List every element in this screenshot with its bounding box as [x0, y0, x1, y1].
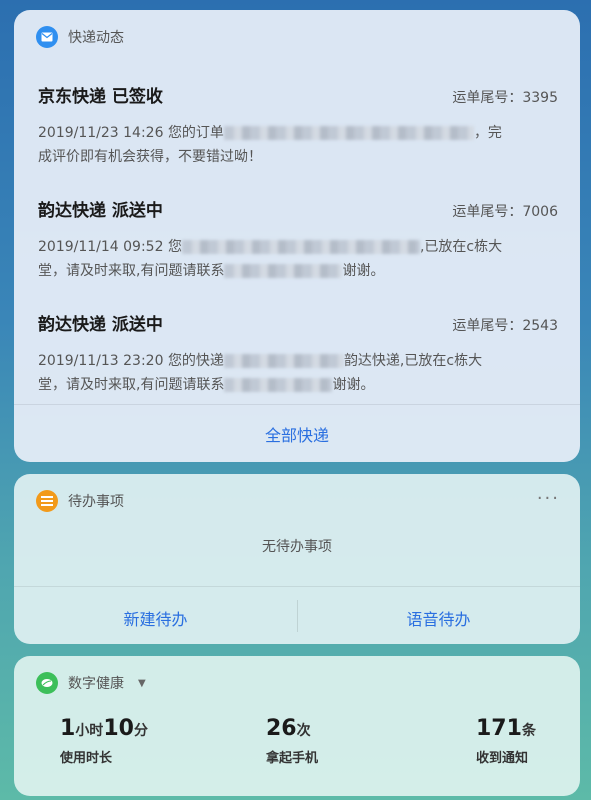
parcel-detail: 2019/11/14 09:52 您 ,已放在c栋大 堂，请及时来取,有问题请联系… [38, 235, 558, 283]
divider [14, 404, 580, 405]
parcel-detail: 2019/11/23 14:26 您的订单 ，完 成评价即有机会获得，不要错过呦！ [38, 121, 558, 169]
parcel-detail-text: 成评价即有机会获得，不要错过呦！ [38, 149, 262, 165]
leaf-icon [36, 672, 58, 694]
stat-label: 使用时长 [60, 751, 113, 766]
redacted-block [223, 126, 474, 140]
list-icon [36, 490, 58, 512]
pickups-stat[interactable]: 26次 拿起手机 [266, 716, 318, 766]
parcel-detail-text: 堂，请及时来取,有问题请联系 [38, 377, 225, 393]
chevron-down-icon[interactable]: ▼ [138, 678, 146, 689]
redacted-block [224, 378, 333, 392]
parcel-detail-text: 2019/11/23 14:26 您的订单 [38, 125, 224, 141]
parcel-title: 韵达快递 派送中 [38, 315, 163, 335]
todo-empty-text: 无待办事项 [262, 539, 332, 555]
stat-value: 1 [60, 716, 76, 741]
voice-todo-button[interactable]: 语音待办 [297, 606, 580, 630]
parcel-tracking-number: 运单尾号：7006 [452, 204, 558, 220]
express-card-title: 快递动态 [68, 30, 124, 46]
parcel-tracking-number: 运单尾号：3395 [452, 90, 558, 106]
new-todo-button[interactable]: 新建待办 [14, 606, 297, 630]
parcel-title: 韵达快递 派送中 [38, 201, 163, 221]
parcel-item[interactable]: 韵达快递 派送中 运单尾号：7006 2019/11/14 09:52 您 ,已放… [38, 196, 558, 283]
parcel-detail-text: 2019/11/14 09:52 您 [38, 239, 182, 255]
stat-label: 收到通知 [476, 751, 529, 766]
todo-card-header: 待办事项 [36, 490, 124, 512]
health-card-title: 数字健康 [68, 676, 124, 692]
mail-icon [36, 26, 58, 48]
notifications-stat[interactable]: 171条 收到通知 [476, 716, 536, 766]
all-express-button[interactable]: 全部快递 [14, 422, 580, 446]
express-card: 快递动态 京东快递 已签收 运单尾号：3395 2019/11/23 14:26… [14, 10, 580, 462]
stat-value: 10 [103, 716, 134, 741]
parcel-detail: 2019/11/13 23:20 您的快递 韵达快递,已放在c栋大 堂，请及时来取… [38, 349, 558, 397]
stat-value: 26 [266, 716, 297, 741]
digital-health-card: 数字健康 ▼ 1小时10分 使用时长 26次 拿起手机 171条 收到通知 [14, 656, 580, 796]
redacted-block [224, 264, 343, 278]
parcel-detail-text: 韵达快递,已放在c栋大 [343, 353, 483, 369]
express-card-header: 快递动态 [36, 26, 124, 48]
parcel-detail-text: 谢谢。 [332, 377, 375, 393]
stat-unit: 分 [133, 723, 148, 739]
redacted-block [181, 240, 420, 254]
parcel-detail-text: ，完 [473, 125, 502, 141]
stat-value: 171 [476, 716, 522, 741]
stat-unit: 条 [521, 723, 536, 739]
stat-unit: 次 [296, 723, 311, 739]
health-card-header[interactable]: 数字健康 ▼ [36, 672, 146, 694]
parcel-detail-text: 2019/11/13 23:20 您的快递 [38, 353, 224, 369]
redacted-block [223, 354, 344, 368]
parcel-tracking-number: 运单尾号：2543 [452, 318, 558, 334]
parcel-item[interactable]: 京东快递 已签收 运单尾号：3395 2019/11/23 14:26 您的订单… [38, 82, 558, 169]
parcel-detail-text: ,已放在c栋大 [419, 239, 503, 255]
divider [14, 586, 580, 587]
parcel-detail-text: 堂，请及时来取,有问题请联系 [38, 263, 225, 279]
more-options-icon[interactable]: ··· [537, 488, 560, 509]
todo-card: 待办事项 ··· 无待办事项 新建待办 语音待办 [14, 474, 580, 644]
parcel-item[interactable]: 韵达快递 派送中 运单尾号：2543 2019/11/13 23:20 您的快递… [38, 310, 558, 397]
todo-card-title: 待办事项 [68, 494, 124, 510]
stat-label: 拿起手机 [266, 751, 319, 766]
usage-time-stat[interactable]: 1小时10分 使用时长 [60, 716, 148, 766]
parcel-detail-text: 谢谢。 [342, 263, 385, 279]
stat-unit: 小时 [75, 723, 104, 739]
parcel-title: 京东快递 已签收 [38, 87, 163, 107]
